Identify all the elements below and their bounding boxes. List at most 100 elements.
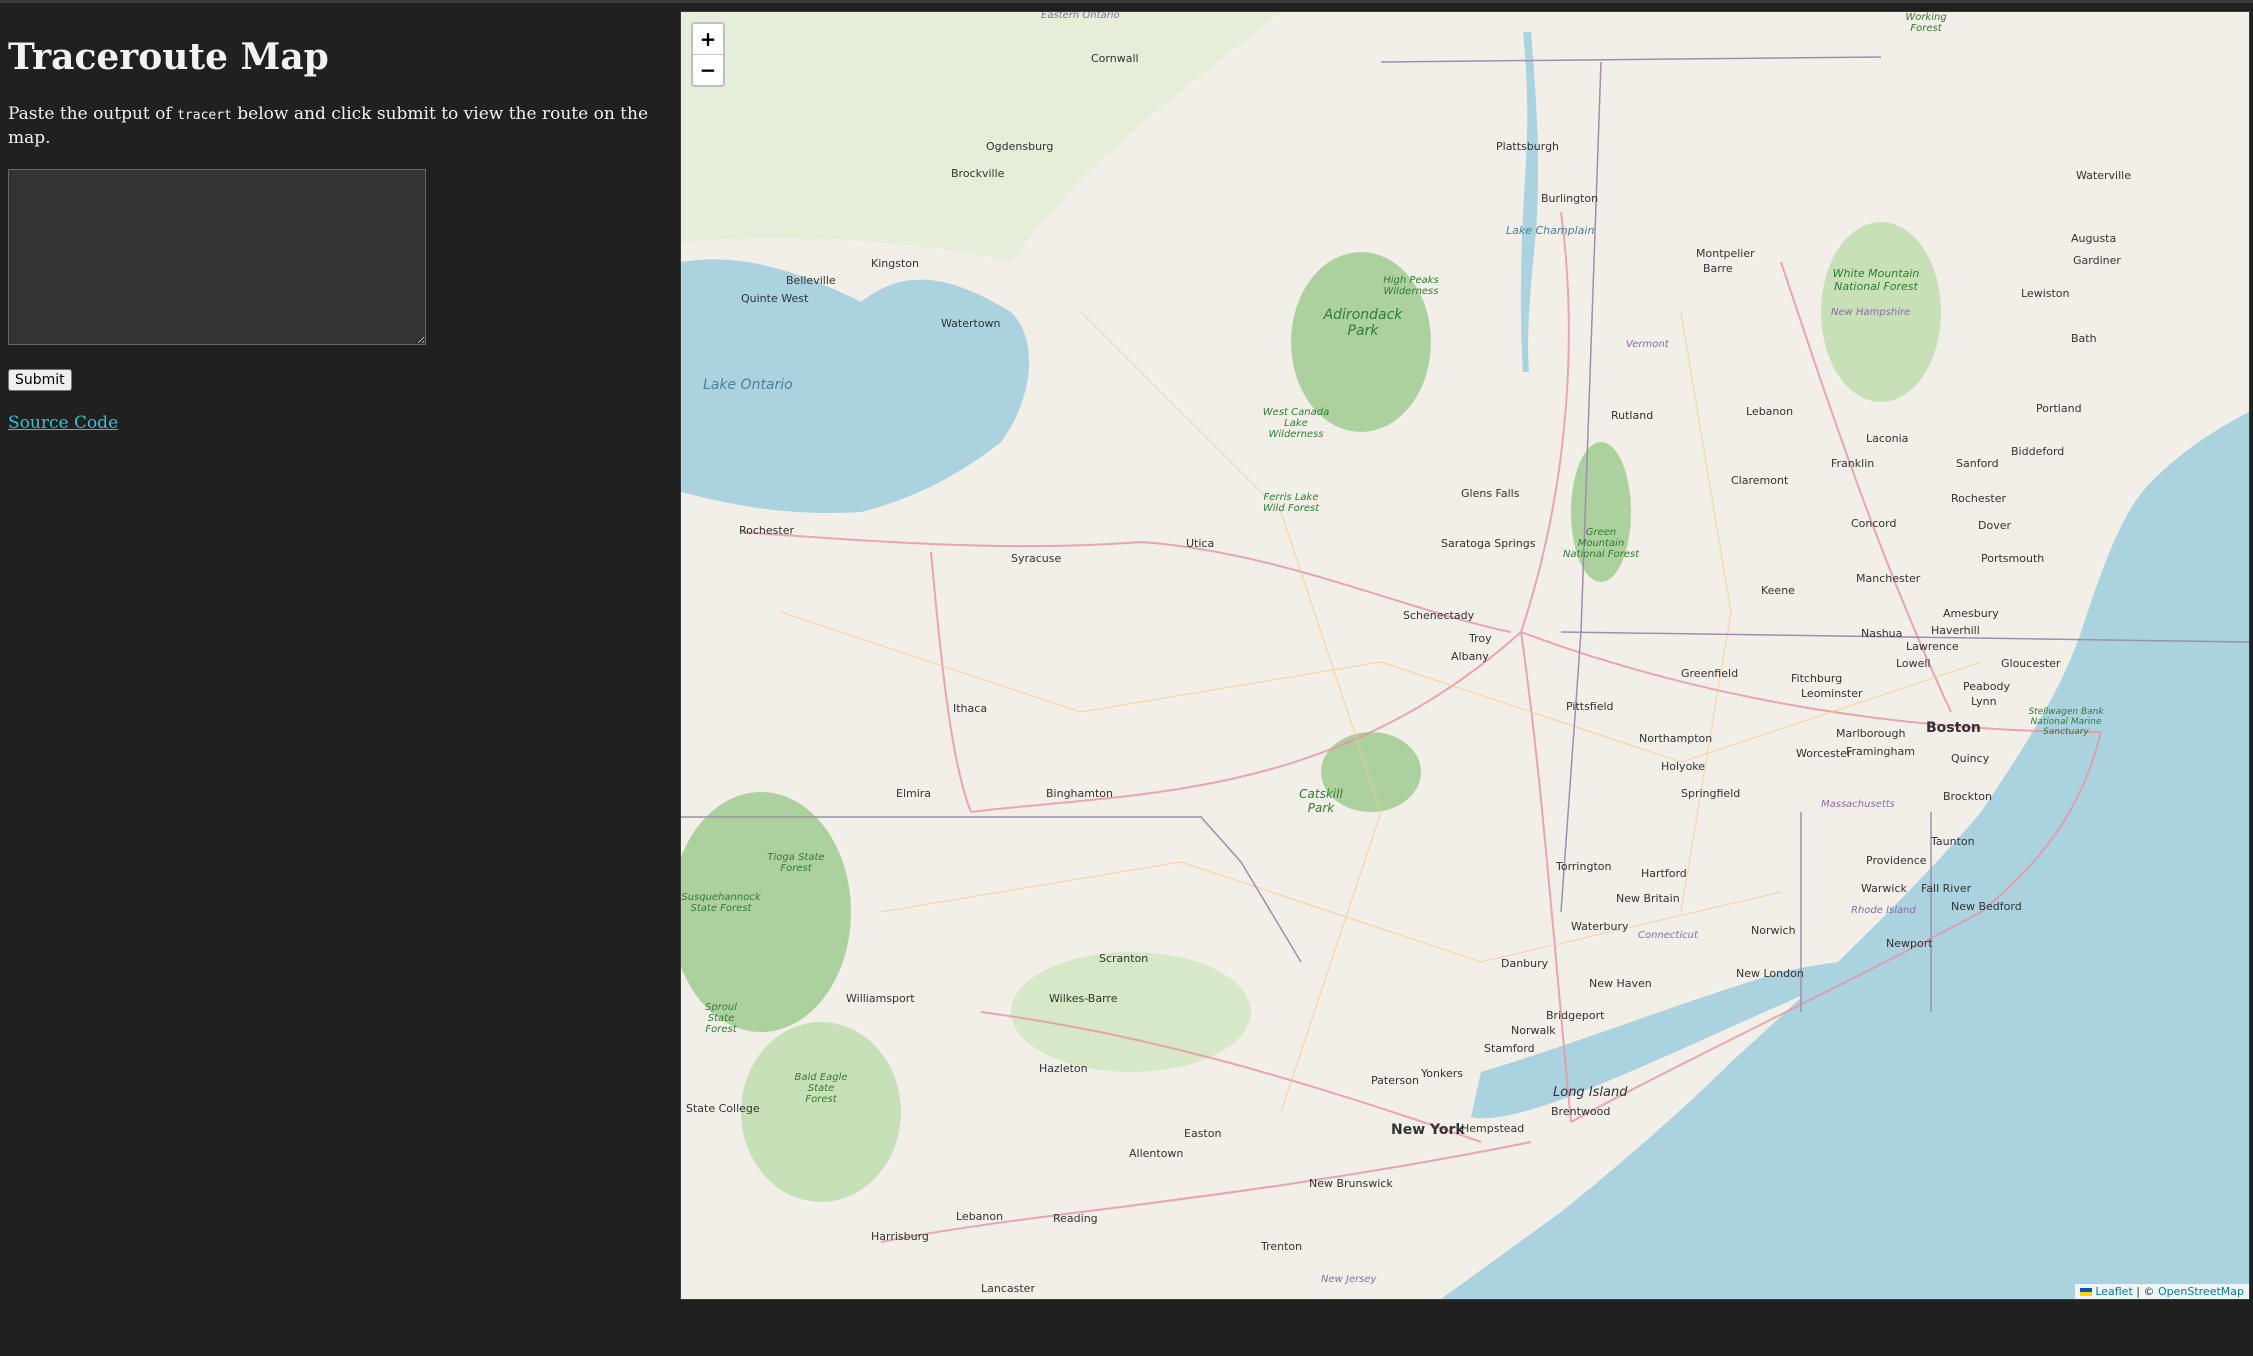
map-label: Hazleton (1039, 1062, 1088, 1075)
map-label: Lake Champlain (1506, 224, 1595, 237)
map-label: Kingston (871, 257, 919, 270)
map-label: Bridgeport (1546, 1009, 1605, 1022)
map-label: Long Island (1553, 1085, 1628, 1100)
map-label: Vermont (1626, 339, 1669, 350)
map-label: New Haven (1589, 977, 1652, 990)
source-code-link[interactable]: Source Code (8, 413, 668, 433)
ukraine-flag-icon (2080, 1288, 2093, 1296)
map-label: New York (1391, 1122, 1465, 1138)
map-label: Rhode Island (1851, 905, 1916, 916)
map-label: Holyoke (1661, 760, 1706, 773)
map-label: Peabody (1963, 680, 2010, 693)
intro-text: Paste the output of tracert below and cl… (8, 103, 668, 151)
map-label: Worcester (1796, 747, 1852, 760)
map-label: Burlington (1541, 192, 1599, 205)
zoom-out-button[interactable]: − (693, 54, 723, 85)
map-label: Rochester (1951, 492, 2006, 505)
map-label: Portsmouth (1981, 552, 2045, 565)
map-label: Binghamton (1046, 787, 1113, 800)
map-label: Providence (1866, 854, 1927, 867)
map-label: Warwick (1861, 882, 1907, 895)
map-label: New Britain (1616, 892, 1680, 905)
map-label: Lebanon (956, 1210, 1004, 1223)
map-label: Gloucester (2001, 657, 2061, 670)
map-label: West Canada Lake Wilderness (1262, 407, 1330, 440)
submit-button[interactable]: Submit (8, 368, 72, 391)
map-label: Danbury (1501, 957, 1549, 970)
map-label: Laconia (1866, 432, 1909, 445)
map-label: Adirondack Park (1323, 307, 1403, 339)
map-label: Schenectady (1403, 609, 1475, 622)
map-label: Yonkers (1421, 1067, 1463, 1080)
zoom-in-button[interactable]: + (693, 24, 723, 54)
map-label: Marlborough (1836, 727, 1906, 740)
map-label: Northampton (1639, 732, 1713, 745)
map-label: Springfield (1681, 787, 1741, 800)
map-label: Harrisburg (871, 1230, 929, 1243)
map-label: Saratoga Springs (1441, 537, 1536, 550)
traceroute-input[interactable] (8, 168, 426, 345)
map-attribution: Leaflet | © OpenStreetMap (2075, 1284, 2249, 1299)
page-title: Traceroute Map (8, 36, 329, 78)
map-label: Waterville (2076, 169, 2131, 182)
map-label: New Hampshire (1831, 307, 1911, 318)
map-label: Elmira (896, 787, 932, 800)
map-label: Norwich (1751, 924, 1796, 937)
map-label: Susquehannock State Forest (681, 892, 761, 914)
map-label: Boston (1926, 720, 1981, 736)
map-label: State College (686, 1102, 760, 1115)
map-label: Belleville (786, 274, 836, 287)
map-label: Amesbury (1943, 607, 1999, 620)
map-label: Gardiner (2073, 254, 2121, 267)
map-label: Augusta (2071, 232, 2117, 245)
map-label: Montpelier (1696, 247, 1755, 260)
map-label: Sanford (1956, 457, 1999, 470)
map-label: Paterson (1371, 1074, 1419, 1087)
map-label: New Jersey (1321, 1274, 1377, 1285)
map-label: Cornwall (1091, 52, 1139, 65)
map-label: New Bedford (1951, 900, 2022, 913)
map-label: Manchester (1856, 572, 1921, 585)
map-view[interactable]: Ogdensburg Brockville Kingston Bellevill… (680, 11, 2250, 1300)
map-label: Brockville (951, 167, 1005, 180)
map-label: Brockton (1943, 790, 1992, 803)
map-label: High Peaks Wilderness (1383, 275, 1439, 297)
map-label: Nashua (1861, 627, 1903, 640)
map-label: New Brunswick (1309, 1177, 1393, 1190)
map-label: Hempstead (1461, 1122, 1525, 1135)
map-label: Bath (2071, 332, 2097, 345)
map-label: Albany (1451, 650, 1489, 663)
map-label: Fitchburg (1791, 672, 1843, 685)
map-label: Reading (1053, 1212, 1098, 1225)
map-label: Taunton (1931, 835, 1975, 848)
map-label: Biddeford (2011, 445, 2065, 458)
map-label: Newport (1886, 937, 1933, 950)
attribution-separator: | © (2132, 1285, 2158, 1298)
map-label: Wilkes-Barre (1049, 992, 1118, 1005)
map-label: Brentwood (1551, 1105, 1611, 1118)
map-label: Lewiston (2021, 287, 2070, 300)
map-label: Lake Ontario (703, 377, 793, 393)
map-label: Torrington (1556, 860, 1612, 873)
map-label: Framingham (1846, 745, 1915, 758)
map-label: Fall River (1921, 882, 1972, 895)
map-label: Leominster (1801, 687, 1863, 700)
map-label: Plattsburgh (1496, 140, 1560, 153)
map-label: Utica (1186, 537, 1215, 550)
map-label: Tioga State Forest (767, 852, 825, 874)
map-label: Ferris Lake Wild Forest (1262, 492, 1320, 514)
map-label: Troy (1469, 632, 1492, 645)
leaflet-link[interactable]: Leaflet (2095, 1285, 2132, 1298)
map-label: Easton (1184, 1127, 1222, 1140)
map-label: Portland (2036, 402, 2082, 415)
openstreetmap-link[interactable]: OpenStreetMap (2158, 1285, 2244, 1298)
map-label: Sproul State Forest (704, 1002, 738, 1035)
sidebar: Traceroute Map Paste the output of trace… (8, 12, 668, 433)
map-label: Syracuse (1011, 552, 1062, 565)
map-label: Barre (1703, 262, 1733, 275)
map-label: Pittsfield (1566, 700, 1614, 713)
map-label: Dover (1978, 519, 2011, 532)
map-label: Rochester (739, 524, 794, 537)
map-label: Keene (1761, 584, 1795, 597)
map-label: Catskill Park (1299, 787, 1343, 815)
